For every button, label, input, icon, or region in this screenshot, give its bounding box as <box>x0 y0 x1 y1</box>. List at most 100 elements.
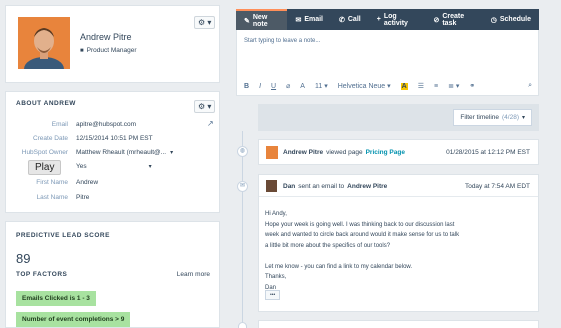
next-event-icon <box>238 322 247 328</box>
avatar[interactable] <box>18 17 70 69</box>
font-size-icon[interactable]: A <box>300 83 305 90</box>
tab-new-note[interactable]: ✎ New note <box>236 9 288 30</box>
briefcase-icon: ■ <box>80 47 84 54</box>
field-create-date[interactable]: Create Date 12/15/2014 10:51 PM EST <box>6 131 236 145</box>
event-summary: Andrew Pitre viewed page Pricing Page <box>283 149 405 156</box>
learn-more-link[interactable]: Learn more <box>177 271 210 278</box>
email-body: Hi Andy, Hope your week is going well. I… <box>265 209 459 293</box>
email-line: week and wanted to circle back around wo… <box>265 232 460 238</box>
event-summary: Dan sent an email to Andrew Pitre <box>283 183 387 190</box>
field-value[interactable]: apitre@hubspot.com <box>76 121 136 128</box>
event-verb: viewed page <box>326 149 363 156</box>
filter-timeline-button[interactable]: Filter timeline (4/28) ▾ <box>453 109 532 126</box>
field-label: HubSpot Owner <box>21 148 68 156</box>
avatar <box>266 180 277 192</box>
field-value[interactable]: 12/15/2014 10:51 PM EST <box>76 135 153 142</box>
tab-email[interactable]: ✉ Email <box>287 9 331 30</box>
field-email[interactable]: Email apitre@hubspot.com <box>6 117 236 131</box>
field-label: First Name <box>36 178 68 186</box>
note-editor: Start typing to leave a note... B I U ⌀ … <box>236 30 539 96</box>
font-size-value: 11 <box>314 83 323 90</box>
edit-icon[interactable]: ↗ <box>207 119 214 128</box>
play-tooltip[interactable]: Play <box>28 160 62 175</box>
email-line: Thanks, <box>265 274 287 280</box>
contact-settings-gear-icon[interactable]: ⚙ ▾ <box>194 16 216 29</box>
contact-title-row: ■ Product Manager <box>80 47 137 54</box>
font-family-select[interactable]: Helvetica Neue ▾ <box>338 82 391 90</box>
note-input[interactable]: Start typing to leave a note... <box>244 38 320 44</box>
email-line: Hi Andy, <box>265 211 287 217</box>
event-verb: sent an email to <box>298 183 345 190</box>
email-event-icon: ✉ <box>237 181 248 192</box>
field-value[interactable]: Yes <box>76 163 87 170</box>
underline-icon[interactable]: U <box>271 83 276 90</box>
page-view-event: Andrew Pitre viewed page Pricing Page 01… <box>258 139 539 165</box>
bullet-list-icon[interactable]: ☰ <box>418 82 424 90</box>
field-last-name[interactable]: Last Name Pitre <box>6 190 236 204</box>
task-icon: ⊘ <box>433 16 440 24</box>
filter-label: Filter timeline <box>460 114 499 121</box>
factor-badge: Emails Clicked is 1 - 3 <box>16 291 96 306</box>
email-event-header: Dan sent an email to Andrew Pitre Today … <box>259 175 538 197</box>
page-view-event-icon: ◍ <box>237 146 248 157</box>
page-link[interactable]: Pricing Page <box>366 149 405 156</box>
font-family-value: Helvetica Neue <box>337 83 386 90</box>
bold-icon[interactable]: B <box>244 83 249 90</box>
tab-log-activity[interactable]: + Log activity <box>369 9 426 30</box>
event-actor[interactable]: Andrew Pitre <box>283 149 323 156</box>
email-event: Dan sent an email to Andrew Pitre Today … <box>258 174 539 312</box>
lead-score-card: PREDICTIVE LEAD SCORE 89 TOP FACTORS Lea… <box>5 221 220 328</box>
lead-score-heading: PREDICTIVE LEAD SCORE <box>16 232 110 239</box>
numbered-list-icon[interactable]: ≡ <box>434 83 438 90</box>
tab-create-task[interactable]: ⊘ Create task <box>425 9 482 30</box>
field-first-name[interactable]: First Name Andrew <box>6 175 236 189</box>
action-toolbar: ✎ New note ✉ Email ✆ Call + Log activity ⊘ Cr… <box>236 9 539 30</box>
pencil-icon: ✎ <box>244 17 250 25</box>
editor-format-bar: B I U ⌀ A 11 ▾ Helvetica Neue ▾ A ☰ ≡ ≣ … <box>244 82 485 90</box>
avatar <box>266 146 278 159</box>
tab-label: Create task <box>442 12 465 27</box>
italic-icon[interactable]: I <box>259 83 261 90</box>
field-value[interactable]: Andrew <box>76 179 98 186</box>
field-value[interactable]: Matthew Rheault (mrheault@... <box>76 149 166 156</box>
top-factors-heading: TOP FACTORS <box>16 271 68 278</box>
filter-count: (4/28) <box>502 114 519 121</box>
expand-email-button[interactable]: ••• <box>265 290 281 300</box>
chevron-down-icon[interactable]: ▾ <box>170 149 173 156</box>
email-line: Hope your week is going well. I was thin… <box>265 221 455 228</box>
tab-label: Schedule <box>499 16 531 23</box>
tab-call[interactable]: ✆ Call <box>331 9 369 30</box>
filter-bar: Filter timeline (4/28) ▾ <box>258 104 539 131</box>
about-heading: ABOUT ANDREW <box>16 100 76 107</box>
lead-score-value: 89 <box>16 251 31 266</box>
factor-text: Number of event completions > 9 <box>22 316 125 323</box>
email-line: Dan <box>265 284 277 291</box>
chevron-down-icon[interactable]: ▾ <box>149 163 152 170</box>
contact-card: Andrew Pitre ■ Product Manager ⚙ ▾ <box>5 5 220 83</box>
event-time: 01/28/2015 at 12:12 PM EST <box>446 149 530 156</box>
contact-title: Product Manager <box>86 47 137 54</box>
tab-schedule[interactable]: ◷ Schedule <box>483 9 539 30</box>
link-icon[interactable]: ⚭ <box>469 82 475 90</box>
tab-label: Log activity <box>383 12 408 27</box>
font-size-select[interactable]: 11 ▾ <box>315 82 328 90</box>
field-value[interactable]: Pitre <box>76 194 89 201</box>
about-settings-gear-icon[interactable]: ⚙ ▾ <box>194 100 216 113</box>
event-sender[interactable]: Dan <box>283 183 295 190</box>
tab-label: Call <box>347 16 361 23</box>
timeline-line <box>242 131 243 328</box>
text-color-icon[interactable]: A <box>400 82 408 90</box>
tab-label: Email <box>304 16 323 23</box>
envelope-icon: ✉ <box>295 16 302 24</box>
contact-name: Andrew Pitre <box>80 32 132 42</box>
strikethrough-icon[interactable]: ⌀ <box>286 82 290 90</box>
align-icon[interactable]: ≣ ▾ <box>448 82 459 90</box>
field-label: Create Date <box>32 134 68 142</box>
event-recipient[interactable]: Andrew Pitre <box>347 183 387 190</box>
chevron-down-icon: ▾ <box>521 115 525 121</box>
event-time: Today at 7:54 AM EDT <box>464 183 530 190</box>
factor-text: Emails Clicked is 1 - 3 <box>22 295 90 302</box>
play-tooltip-label: Play <box>35 162 55 173</box>
attachment-icon[interactable]: ⌕ <box>528 82 532 90</box>
field-hubspot-owner[interactable]: HubSpot Owner Matthew Rheault (mrheault@… <box>6 145 236 159</box>
